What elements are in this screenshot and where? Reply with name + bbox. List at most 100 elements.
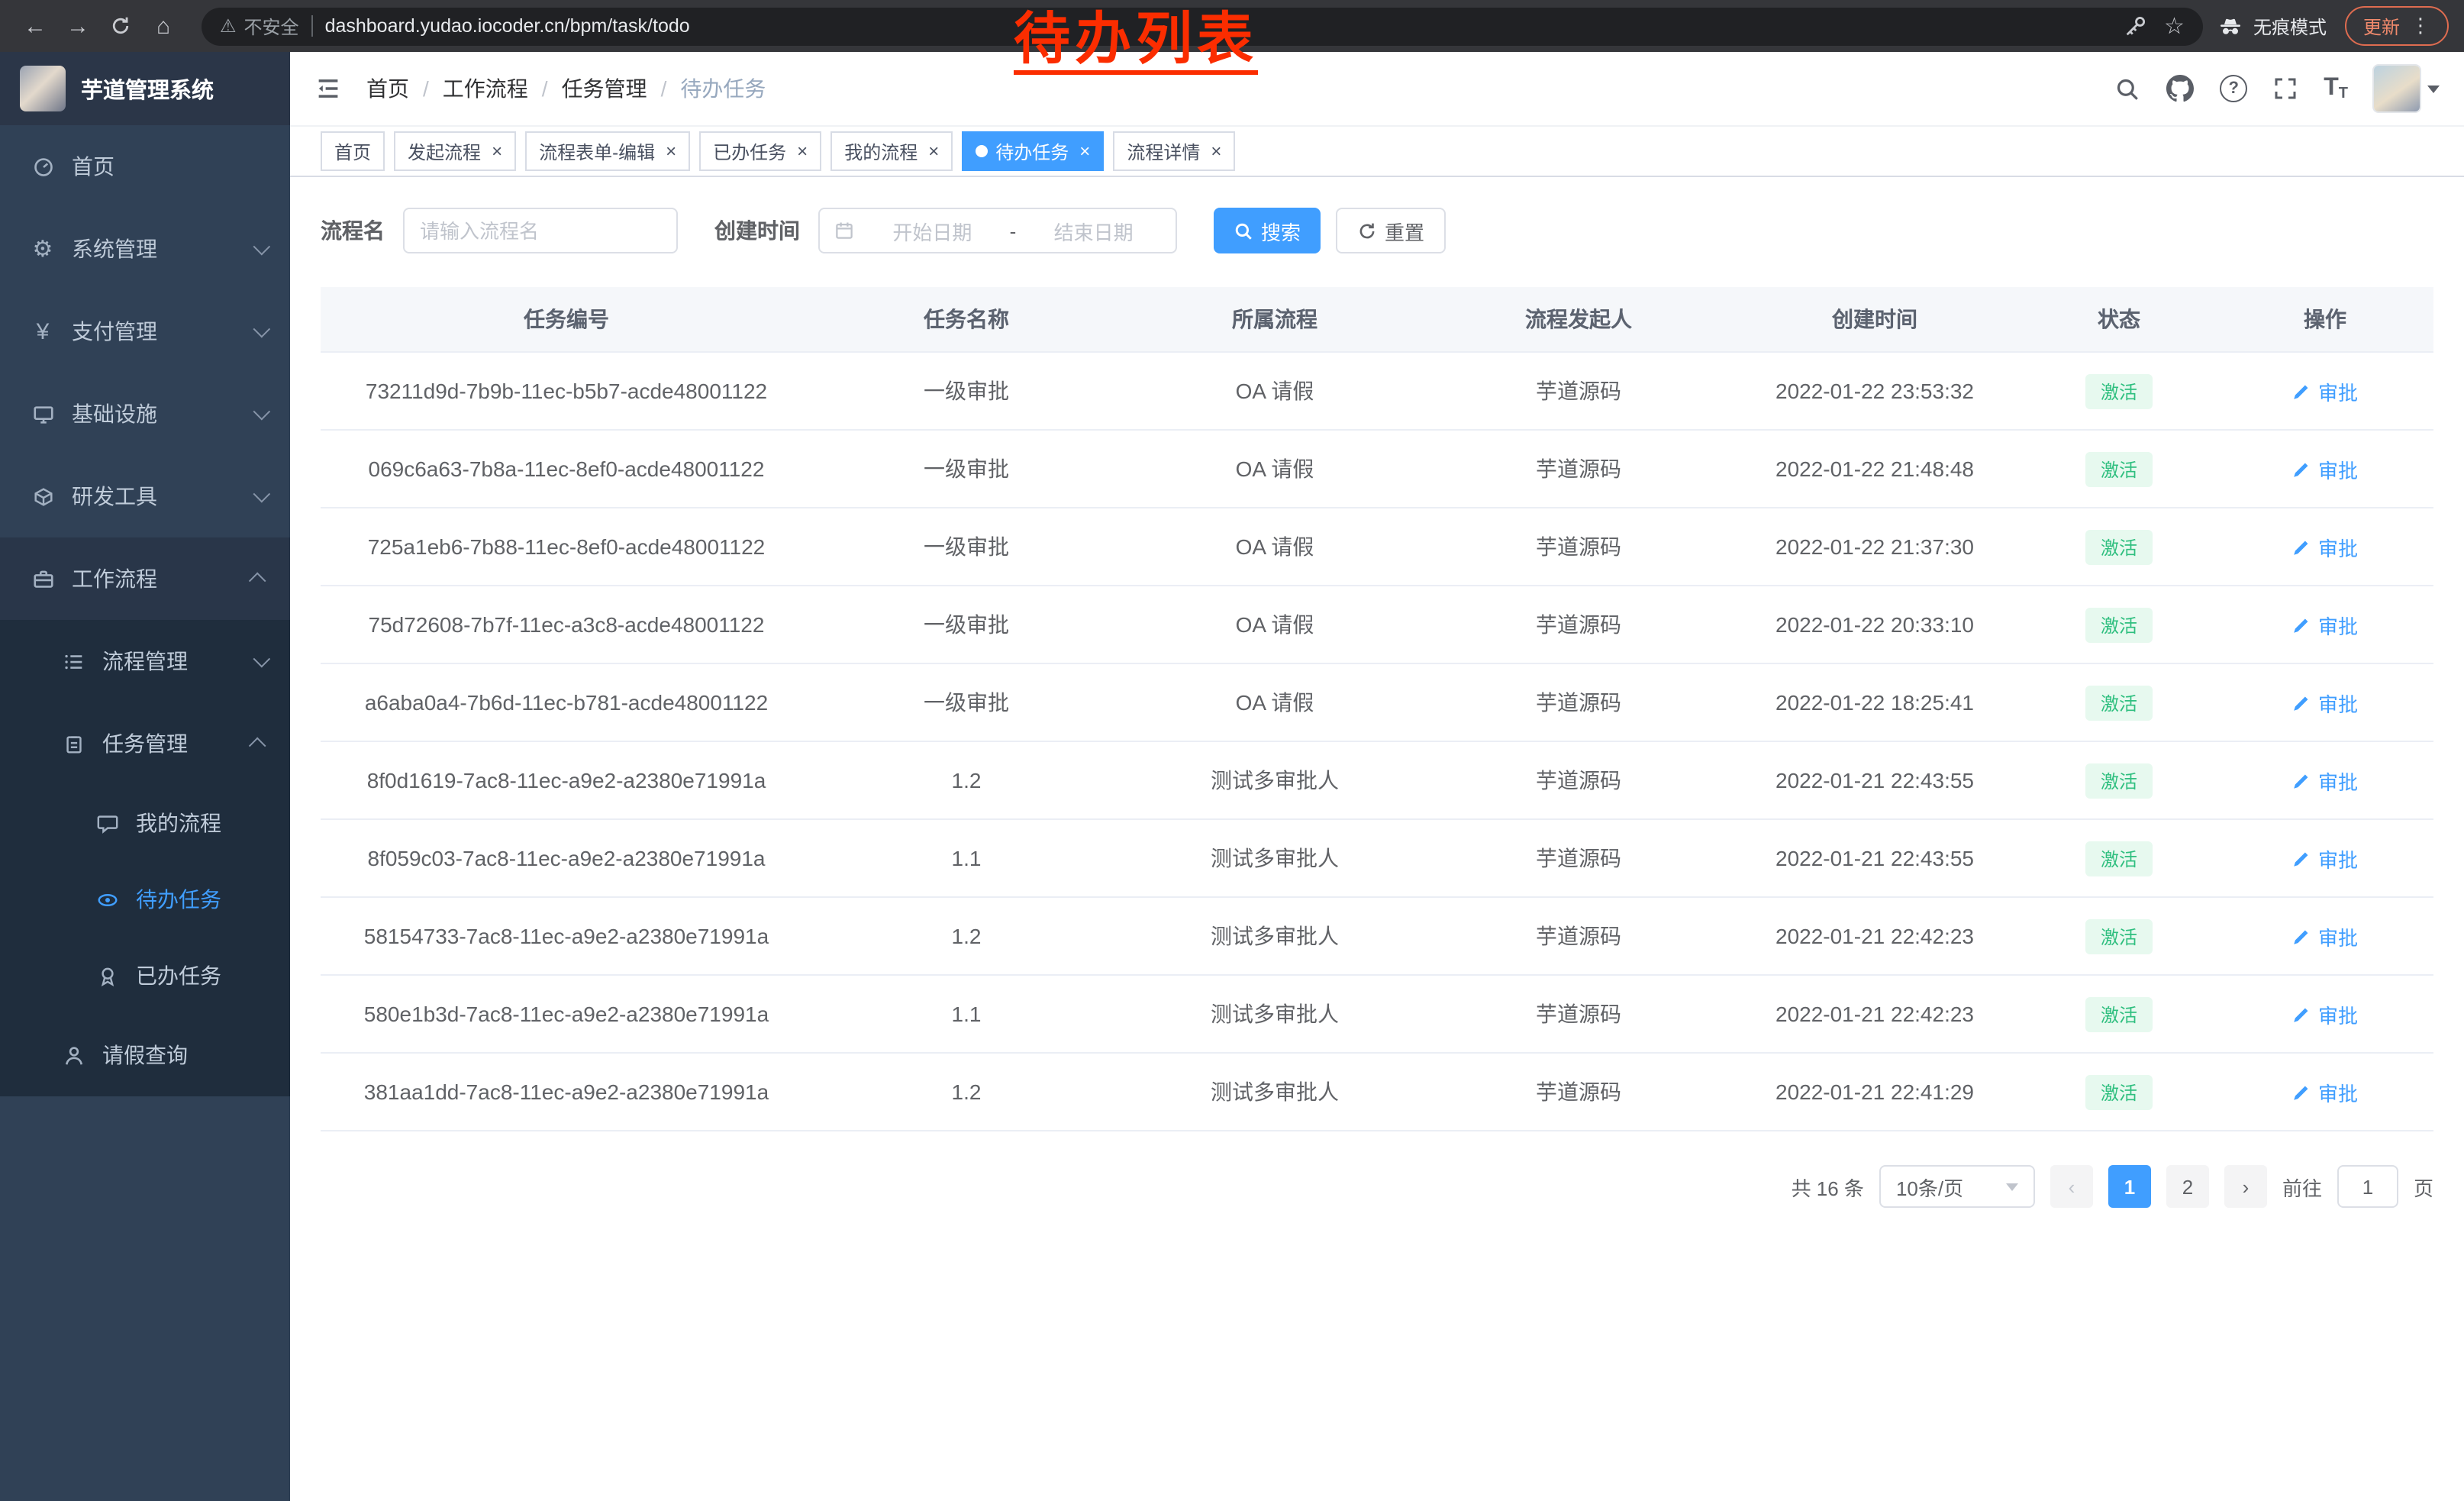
sidebar-item-pay[interactable]: ¥ 支付管理 bbox=[0, 290, 290, 373]
browser-back-button[interactable]: ← bbox=[15, 6, 55, 46]
password-key-icon[interactable] bbox=[2123, 15, 2146, 37]
sidebar-item-home[interactable]: 首页 bbox=[0, 125, 290, 208]
sidebar-item-leave-query[interactable]: 请假查询 bbox=[0, 1014, 290, 1096]
cell-starter: 芋道源码 bbox=[1429, 897, 1728, 975]
status-badge: 激活 bbox=[2085, 529, 2153, 564]
approve-link[interactable]: 审批 bbox=[2292, 454, 2358, 483]
page-size-select[interactable]: 10条/页 bbox=[1879, 1165, 2035, 1208]
sidebar-item-done-task[interactable]: 已办任务 bbox=[0, 938, 290, 1014]
tab-process-detail[interactable]: 流程详情 × bbox=[1113, 131, 1235, 171]
col-create-time: 创建时间 bbox=[1728, 287, 2021, 352]
tags-view-bar: 首页 发起流程 × 流程表单-编辑 × 已办任务 × 我的流程 × bbox=[290, 127, 2464, 177]
table-row: 8f0d1619-7ac8-11ec-a9e2-a2380e71991a 1.2… bbox=[321, 741, 2433, 819]
approve-link[interactable]: 审批 bbox=[2292, 844, 2358, 873]
page-button-1[interactable]: 1 bbox=[2108, 1165, 2151, 1208]
cell-starter: 芋道源码 bbox=[1429, 741, 1728, 819]
browser-reload-button[interactable] bbox=[101, 6, 140, 46]
reset-button[interactable]: 重置 bbox=[1336, 208, 1446, 253]
tab-form-edit[interactable]: 流程表单-编辑 × bbox=[525, 131, 690, 171]
active-dot bbox=[976, 145, 988, 157]
browser-home-button[interactable]: ⌂ bbox=[144, 6, 183, 46]
sidebar-item-my-process[interactable]: 我的流程 bbox=[0, 785, 290, 861]
search-button[interactable]: 搜索 bbox=[1214, 208, 1321, 253]
cell-create-time: 2022-01-21 22:41:29 bbox=[1728, 1053, 2021, 1131]
font-size-icon[interactable]: TT bbox=[2324, 75, 2348, 102]
breadcrumb-item[interactable]: 首页 bbox=[366, 73, 409, 104]
tab-todo-task[interactable]: 待办任务 × bbox=[962, 131, 1104, 171]
cell-process: OA 请假 bbox=[1121, 430, 1429, 508]
close-icon[interactable]: × bbox=[666, 142, 676, 160]
table-row: 73211d9d-7b9b-11ec-b5b7-acde48001122 一级审… bbox=[321, 352, 2433, 430]
status-badge: 激活 bbox=[2085, 763, 2153, 798]
cell-task-id: 8f059c03-7ac8-11ec-a9e2-a2380e71991a bbox=[321, 819, 812, 897]
sidebar-item-process-mgmt[interactable]: 流程管理 bbox=[0, 620, 290, 702]
cell-task-name: 1.2 bbox=[812, 1053, 1121, 1131]
close-icon[interactable]: × bbox=[1211, 142, 1221, 160]
status-badge: 激活 bbox=[2085, 685, 2153, 720]
sidebar-item-infra[interactable]: 基础设施 bbox=[0, 373, 290, 455]
breadcrumb-item[interactable]: 工作流程 bbox=[443, 73, 528, 104]
status-badge: 激活 bbox=[2085, 918, 2153, 954]
cell-create-time: 2022-01-22 20:33:10 bbox=[1728, 586, 2021, 663]
search-icon[interactable] bbox=[2114, 76, 2140, 102]
approve-link[interactable]: 审批 bbox=[2292, 1077, 2358, 1106]
goto-page-input[interactable] bbox=[2337, 1165, 2398, 1208]
eye-icon bbox=[95, 888, 119, 911]
next-page-button[interactable]: › bbox=[2224, 1165, 2267, 1208]
approve-link[interactable]: 审批 bbox=[2292, 376, 2358, 405]
cell-create-time: 2022-01-22 21:37:30 bbox=[1728, 508, 2021, 586]
security-indicator[interactable]: ⚠ 不安全 bbox=[220, 13, 299, 39]
cell-task-id: 580e1b3d-7ac8-11ec-a9e2-a2380e71991a bbox=[321, 975, 812, 1053]
prev-page-button[interactable]: ‹ bbox=[2050, 1165, 2093, 1208]
cell-starter: 芋道源码 bbox=[1429, 1053, 1728, 1131]
approve-link[interactable]: 审批 bbox=[2292, 999, 2358, 1028]
person-icon bbox=[61, 1044, 85, 1067]
approve-link[interactable]: 审批 bbox=[2292, 610, 2358, 639]
logo[interactable]: 芋道管理系统 bbox=[0, 52, 290, 125]
sidebar-collapse-icon[interactable] bbox=[314, 75, 342, 102]
sidebar-item-devtools[interactable]: 研发工具 bbox=[0, 455, 290, 537]
bookmark-star-icon[interactable]: ☆ bbox=[2164, 12, 2185, 40]
tab-my-process[interactable]: 我的流程 × bbox=[830, 131, 953, 171]
security-label: 不安全 bbox=[244, 13, 299, 39]
browser-forward-button[interactable]: → bbox=[58, 6, 98, 46]
close-icon[interactable]: × bbox=[492, 142, 502, 160]
date-range-picker[interactable]: 开始日期 - 结束日期 bbox=[818, 208, 1177, 253]
browser-update-button[interactable]: 更新 ⋮ bbox=[2345, 6, 2449, 46]
edit-icon bbox=[2292, 926, 2312, 946]
approve-link[interactable]: 审批 bbox=[2292, 766, 2358, 795]
process-name-input[interactable] bbox=[403, 208, 678, 253]
sidebar-item-workflow[interactable]: 工作流程 bbox=[0, 537, 290, 620]
sidebar-label: 待办任务 bbox=[136, 884, 221, 915]
approve-link[interactable]: 审批 bbox=[2292, 922, 2358, 951]
sidebar-label: 系统管理 bbox=[72, 234, 157, 264]
tab-home[interactable]: 首页 bbox=[321, 131, 385, 171]
tab-start-process[interactable]: 发起流程 × bbox=[394, 131, 516, 171]
cell-starter: 芋道源码 bbox=[1429, 663, 1728, 741]
page-button-2[interactable]: 2 bbox=[2166, 1165, 2209, 1208]
sidebar-item-todo-task[interactable]: 待办任务 bbox=[0, 861, 290, 938]
approve-link[interactable]: 审批 bbox=[2292, 532, 2358, 561]
tab-done-task[interactable]: 已办任务 × bbox=[699, 131, 821, 171]
user-menu[interactable] bbox=[2374, 66, 2440, 111]
table-row: 58154733-7ac8-11ec-a9e2-a2380e71991a 1.2… bbox=[321, 897, 2433, 975]
monitor-icon bbox=[31, 402, 55, 425]
cell-starter: 芋道源码 bbox=[1429, 819, 1728, 897]
sidebar-item-task-mgmt[interactable]: 任务管理 bbox=[0, 702, 290, 785]
chevron-down-icon bbox=[253, 321, 271, 338]
close-icon[interactable]: × bbox=[928, 142, 939, 160]
cell-task-name: 一级审批 bbox=[812, 430, 1121, 508]
breadcrumb-item[interactable]: 任务管理 bbox=[562, 73, 647, 104]
cell-process: OA 请假 bbox=[1121, 508, 1429, 586]
close-icon[interactable]: × bbox=[1079, 142, 1090, 160]
sidebar-item-system[interactable]: ⚙ 系统管理 bbox=[0, 208, 290, 290]
help-icon[interactable]: ? bbox=[2220, 75, 2247, 102]
github-icon[interactable] bbox=[2166, 75, 2194, 102]
fullscreen-icon[interactable] bbox=[2273, 76, 2298, 101]
top-navbar: 首页 / 工作流程 / 任务管理 / 待办任务 ? bbox=[290, 52, 2464, 127]
close-icon[interactable]: × bbox=[797, 142, 808, 160]
browser-menu-icon[interactable]: ⋮ bbox=[2411, 14, 2430, 38]
approve-link[interactable]: 审批 bbox=[2292, 688, 2358, 717]
process-name-label: 流程名 bbox=[321, 215, 385, 246]
sidebar-label: 请假查询 bbox=[102, 1040, 188, 1070]
